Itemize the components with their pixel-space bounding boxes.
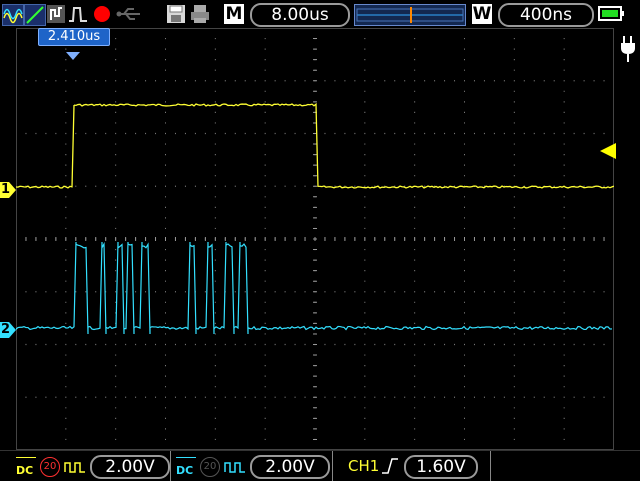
window-overview-bar[interactable]: [354, 4, 466, 26]
waveform-icon[interactable]: [2, 4, 24, 26]
rising-edge-icon[interactable]: [380, 456, 400, 480]
ch2-scale[interactable]: 2.00V: [250, 455, 330, 479]
pulse-icon[interactable]: [68, 4, 88, 24]
ch2-coupling-label: DC: [176, 464, 194, 477]
ch2-bandwidth-limit[interactable]: 20: [200, 457, 220, 477]
window-label: W: [472, 4, 492, 24]
power-plug-icon: [618, 34, 638, 64]
ch2-ground-marker[interactable]: 2: [0, 322, 16, 338]
waveform-display[interactable]: [16, 28, 614, 450]
trigger-position-marker[interactable]: [66, 45, 80, 64]
timebase-label: M: [224, 4, 244, 24]
window-value[interactable]: 400ns: [498, 3, 594, 27]
center-axes: [16, 28, 614, 440]
top-toolbar: M 8.00us W 400ns: [0, 0, 640, 28]
battery-icon: [598, 6, 626, 22]
divider: [332, 451, 333, 481]
save-icon[interactable]: [166, 4, 186, 24]
divider: [490, 451, 491, 481]
ch1-ground-marker[interactable]: 1: [0, 182, 16, 198]
ch2-marker-label: 2: [1, 322, 11, 337]
record-icon[interactable]: [92, 4, 112, 24]
graticule: [16, 28, 614, 450]
ch1-bandwidth-limit[interactable]: 20: [40, 457, 60, 477]
trigger-source[interactable]: CH1: [348, 457, 379, 475]
trigger-level[interactable]: 1.60V: [404, 455, 478, 479]
ch1-marker-label: 1: [1, 182, 11, 197]
ch2-invert-icon[interactable]: [224, 459, 246, 478]
bottom-status-bar: ​ DC 20 2.00V ​ DC 20 2.00V CH1 1.60V: [0, 450, 640, 481]
trigger-position-readout: 2.410us: [38, 28, 110, 46]
ch2-trace: [16, 241, 613, 335]
timebase-value[interactable]: 8.00us: [250, 3, 350, 27]
divider: [170, 451, 171, 481]
print-icon[interactable]: [190, 4, 210, 24]
trigger-level-marker[interactable]: [600, 143, 616, 163]
ch1-coupling-label: DC: [16, 464, 34, 477]
ch1-scale[interactable]: 2.00V: [90, 455, 170, 479]
trend-icon[interactable]: [24, 4, 46, 26]
ch2-coupling[interactable]: ​ DC: [176, 457, 196, 477]
cursor-icon[interactable]: [46, 4, 66, 24]
usb-icon: [116, 4, 144, 24]
ch1-coupling[interactable]: ​ DC: [16, 457, 36, 477]
ch1-invert-icon[interactable]: [64, 459, 86, 478]
